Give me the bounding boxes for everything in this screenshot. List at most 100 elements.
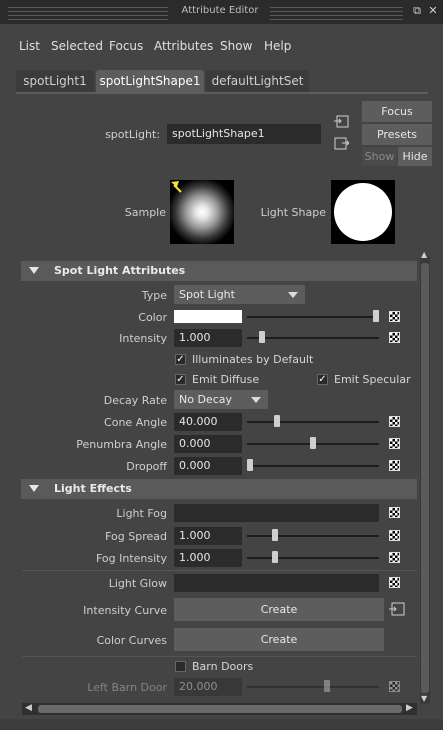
- color-curves-label: Color Curves: [96, 634, 167, 647]
- intensity-curve-label: Intensity Curve: [83, 604, 167, 617]
- cone-angle-slider-track[interactable]: [247, 421, 379, 423]
- type-label: Type: [141, 289, 167, 302]
- illuminates-label: Illuminates by Default: [192, 353, 314, 366]
- dropoff-slider-track[interactable]: [247, 465, 379, 467]
- left-barn-door-slider-track[interactable]: [247, 686, 379, 688]
- fog-intensity-label: Fog Intensity: [95, 552, 167, 565]
- spot-light-attributes-header[interactable]: Spot Light Attributes: [21, 261, 417, 281]
- dropoff-field[interactable]: 0.000: [174, 457, 242, 475]
- color-map-checker-icon[interactable]: [389, 311, 400, 322]
- divider: [22, 570, 417, 571]
- light-glow-map-checker-icon[interactable]: [389, 577, 400, 588]
- fog-intensity-slider-handle[interactable]: [272, 551, 278, 563]
- scroll-left-arrow-icon[interactable]: ◀: [25, 703, 32, 713]
- fog-intensity-slider-track[interactable]: [247, 557, 379, 559]
- focus-button[interactable]: Focus: [362, 101, 432, 122]
- node-name-field[interactable]: spotLightShape1: [167, 124, 321, 144]
- light-glow-field[interactable]: [174, 574, 379, 592]
- node-name-label: spotLight:: [105, 128, 160, 141]
- fog-spread-slider-track[interactable]: [247, 535, 379, 537]
- tab-spotlight1[interactable]: spotLight1: [16, 70, 94, 92]
- drag-grip[interactable]: [8, 6, 168, 20]
- collapse-triangle-icon: [29, 267, 39, 274]
- light-fog-map-checker-icon[interactable]: [389, 507, 400, 518]
- intensity-label: Intensity: [119, 332, 167, 345]
- drag-grip-right[interactable]: [270, 6, 403, 20]
- fog-intensity-map-checker-icon[interactable]: [389, 552, 400, 563]
- section-title: Light Effects: [54, 482, 132, 495]
- penumbra-angle-field[interactable]: 0.000: [174, 435, 242, 453]
- penumbra-angle-map-checker-icon[interactable]: [389, 438, 400, 449]
- tab-defaultlightset[interactable]: defaultLightSet: [206, 70, 309, 92]
- penumbra-angle-slider-handle[interactable]: [310, 437, 316, 449]
- fog-intensity-field[interactable]: 1.000: [174, 549, 242, 567]
- menu-help[interactable]: Help: [264, 39, 291, 53]
- scroll-right-arrow-icon[interactable]: ▶: [406, 703, 413, 713]
- emit-diffuse-checkbox[interactable]: ✓: [175, 374, 186, 385]
- illuminates-checkbox[interactable]: ✓: [175, 354, 186, 365]
- intensity-map-checker-icon[interactable]: [389, 332, 400, 343]
- left-barn-door-slider-handle[interactable]: [324, 680, 330, 692]
- dropoff-label: Dropoff: [126, 460, 167, 473]
- menu-selected[interactable]: Selected: [51, 39, 103, 53]
- left-barn-door-map-checker-icon[interactable]: [389, 681, 400, 692]
- vertical-scroll-thumb[interactable]: [421, 263, 429, 693]
- menu-list[interactable]: List: [19, 39, 40, 53]
- light-glow-label: Light Glow: [108, 577, 167, 590]
- dropoff-map-checker-icon[interactable]: [389, 460, 400, 471]
- intensity-field[interactable]: 1.000: [174, 329, 242, 347]
- cone-angle-slider-handle[interactable]: [274, 415, 280, 427]
- color-slider-handle[interactable]: [373, 310, 379, 322]
- color-label: Color: [138, 311, 167, 324]
- intensity-slider-track[interactable]: [247, 337, 379, 339]
- light-shape-label: Light Shape: [260, 206, 326, 219]
- light-bulb-icon: [169, 179, 185, 195]
- menu-show[interactable]: Show: [220, 39, 252, 53]
- tab-underline: [16, 92, 428, 94]
- fog-spread-label: Fog Spread: [105, 530, 167, 543]
- emit-specular-checkbox[interactable]: ✓: [317, 374, 328, 385]
- cone-angle-map-checker-icon[interactable]: [389, 416, 400, 427]
- left-barn-door-field[interactable]: 20.000: [174, 678, 242, 696]
- scroll-up-arrow-icon[interactable]: ▲: [421, 250, 427, 259]
- bottom-bar: [0, 719, 443, 730]
- intensity-slider-handle[interactable]: [259, 331, 265, 343]
- menu-attributes[interactable]: Attributes: [154, 39, 213, 53]
- color-slider-track[interactable]: [247, 316, 379, 318]
- presets-button[interactable]: Presets: [362, 124, 432, 145]
- hide-button[interactable]: Hide: [398, 147, 432, 166]
- scroll-down-arrow-icon[interactable]: ▼: [421, 694, 427, 703]
- light-effects-header[interactable]: Light Effects: [21, 479, 417, 499]
- decay-rate-dropdown[interactable]: No Decay: [174, 390, 268, 409]
- intensity-curve-create-button[interactable]: Create: [174, 598, 384, 621]
- navigate-input-icon[interactable]: [389, 602, 405, 616]
- type-dropdown[interactable]: Spot Light: [174, 285, 305, 304]
- dropoff-slider-handle[interactable]: [247, 459, 253, 471]
- color-swatch[interactable]: [174, 310, 242, 323]
- window-title: Attribute Editor: [181, 5, 259, 16]
- light-fog-field[interactable]: [174, 504, 379, 522]
- barn-doors-label: Barn Doors: [192, 660, 254, 673]
- fog-spread-field[interactable]: 1.000: [174, 527, 242, 545]
- sample-label: Sample: [124, 206, 166, 219]
- penumbra-angle-label: Penumbra Angle: [76, 438, 167, 451]
- close-icon[interactable]: ✕: [426, 4, 440, 18]
- menu-focus[interactable]: Focus: [109, 39, 143, 53]
- color-curves-create-button[interactable]: Create: [174, 628, 384, 651]
- fog-spread-slider-handle[interactable]: [272, 529, 278, 541]
- barn-doors-checkbox[interactable]: [175, 661, 186, 672]
- light-fog-label: Light Fog: [116, 507, 167, 520]
- focus-output-icon[interactable]: [334, 137, 350, 150]
- divider: [22, 656, 417, 657]
- type-value: Spot Light: [179, 288, 235, 301]
- float-window-icon[interactable]: ⧉: [410, 4, 424, 18]
- emit-diffuse-label: Emit Diffuse: [192, 373, 260, 386]
- fog-spread-map-checker-icon[interactable]: [389, 530, 400, 541]
- tab-spotlightshape1[interactable]: spotLightShape1: [96, 70, 204, 92]
- show-button[interactable]: Show: [362, 147, 397, 166]
- cone-angle-field[interactable]: 40.000: [174, 413, 242, 431]
- emit-specular-label: Emit Specular: [334, 373, 411, 386]
- focus-input-icon[interactable]: [334, 115, 349, 128]
- left-barn-door-label: Left Barn Door: [87, 681, 167, 694]
- horizontal-scroll-thumb[interactable]: [38, 705, 402, 713]
